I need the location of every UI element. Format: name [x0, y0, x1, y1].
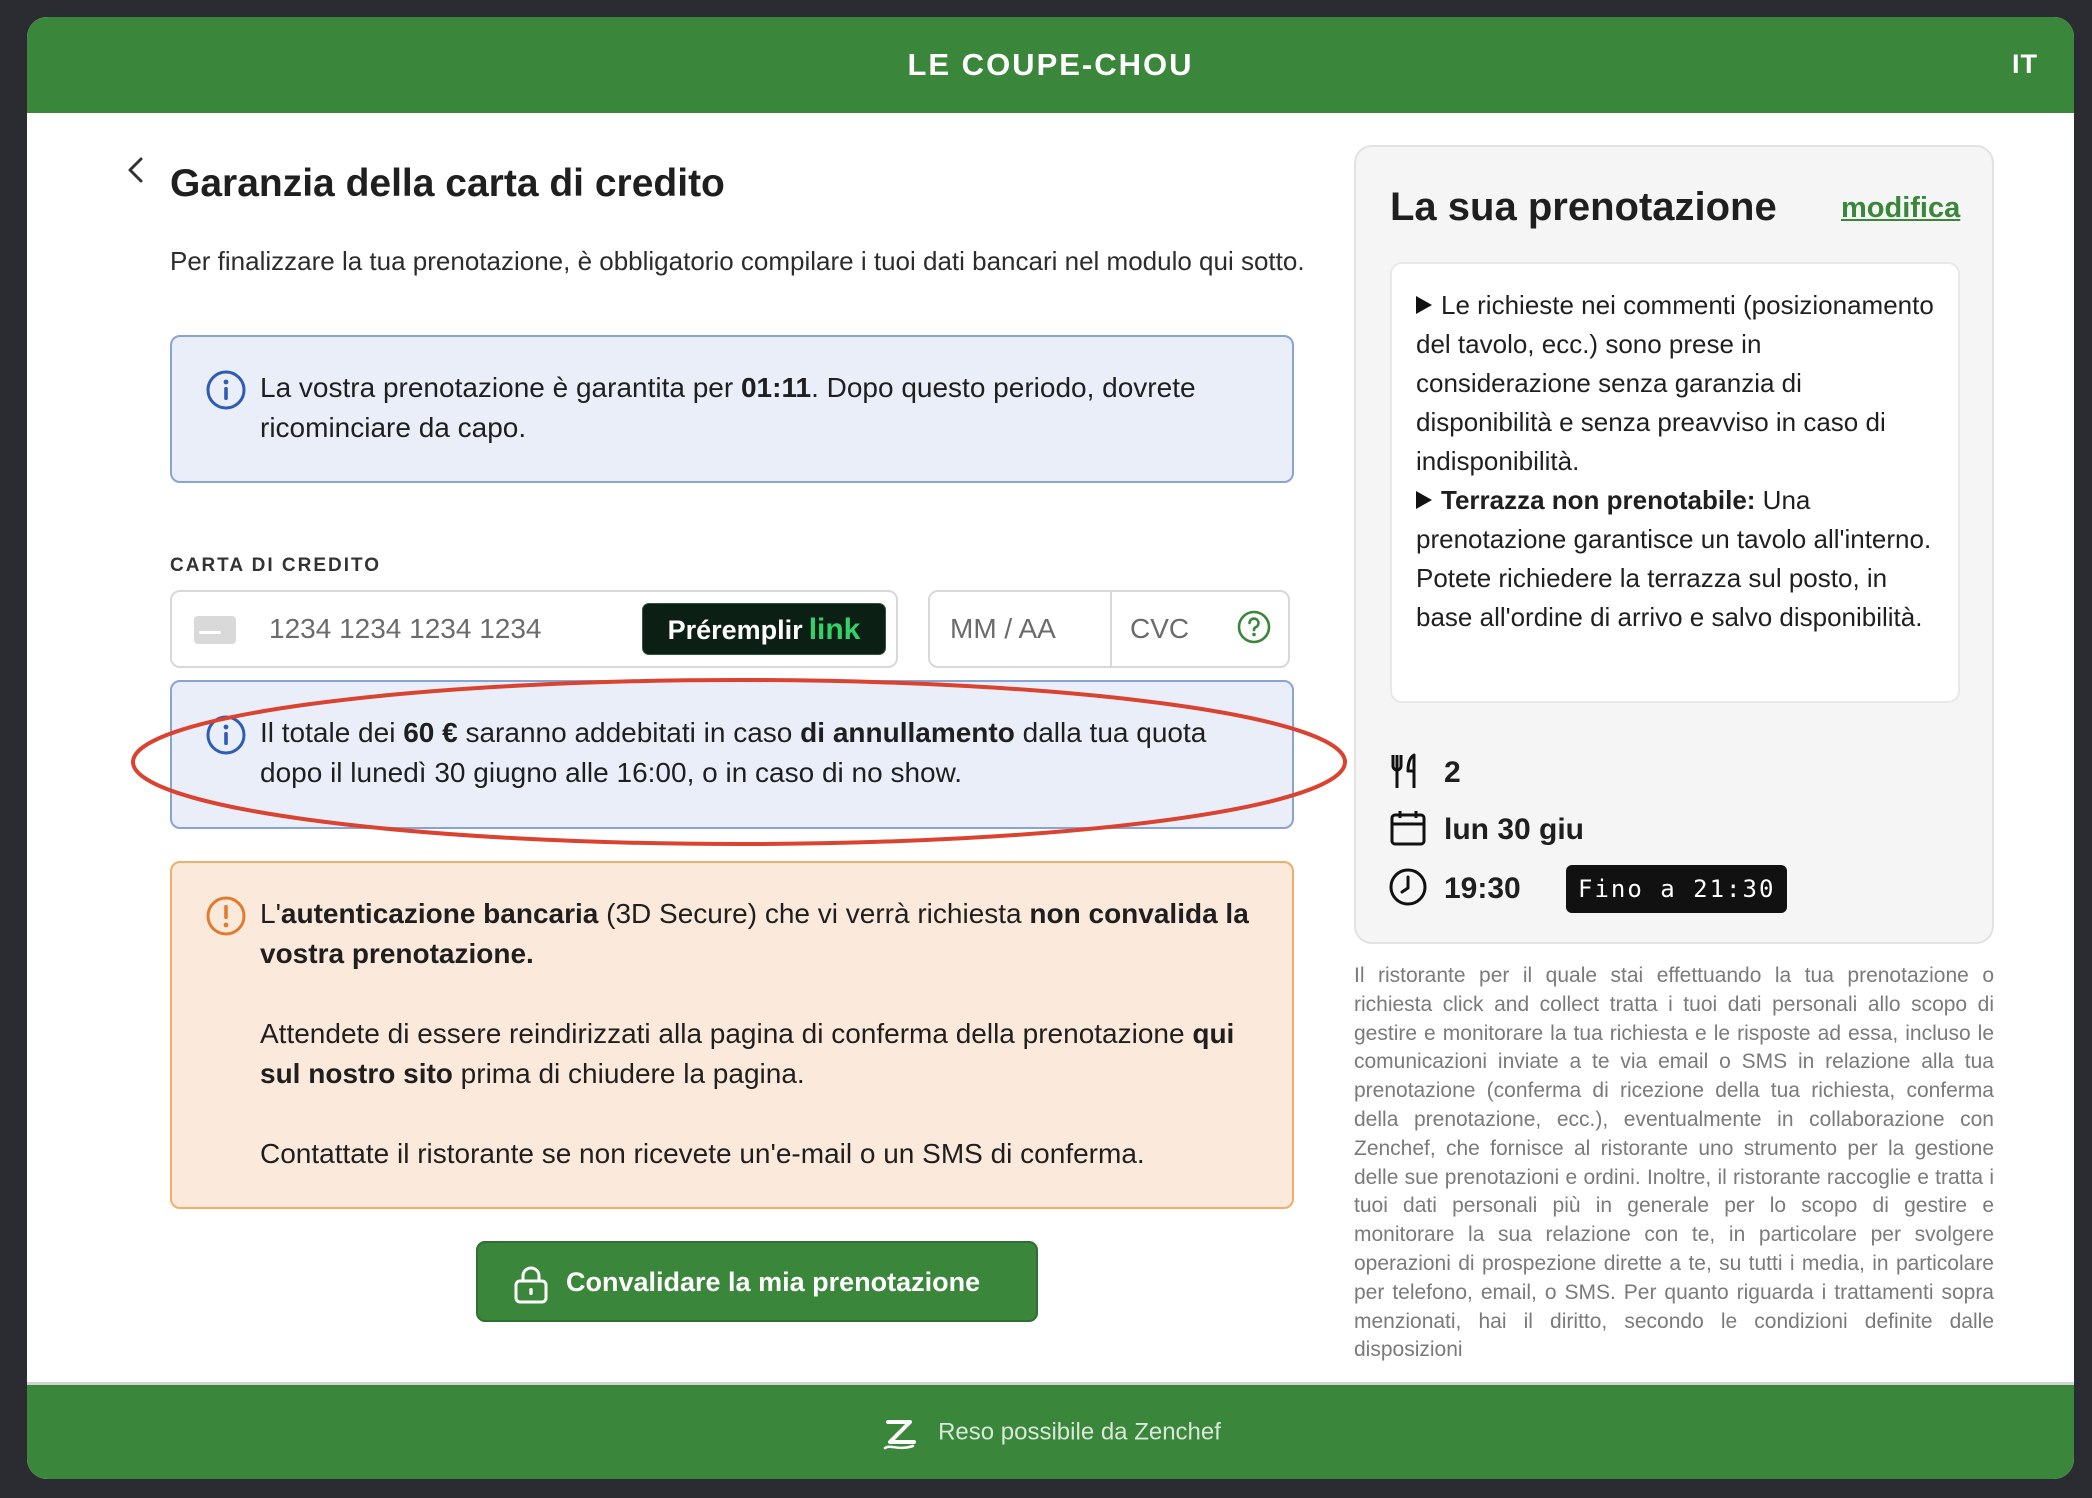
reservation-date: lun 30 giu — [1444, 813, 1585, 846]
clock-icon — [1389, 868, 1427, 906]
timer-notice: La vostra prenotazione è garantita per 0… — [170, 335, 1294, 483]
note-comments: Le richieste nei commenti (posizionament… — [1416, 290, 1934, 476]
powered-by-text: Reso possibile da Zenchef — [938, 1418, 1221, 1446]
end-time-badge: Fino a 21:30 — [1566, 865, 1788, 913]
powered-by[interactable]: Reso possibile da Zenchef — [27, 1413, 2074, 1453]
privacy-legal-text: Il ristorante per il quale stai effettua… — [1354, 964, 1994, 1362]
footer-bar: Reso possibile da Zenchef — [27, 1382, 2074, 1479]
language-selector[interactable]: IT — [2012, 49, 2038, 80]
reservation-time: 19:30 — [1444, 872, 1521, 905]
confirm-reservation-button[interactable]: Convalidare la mia prenotazione — [476, 1241, 1038, 1322]
reservation-summary-panel: La sua prenotazione modifica Le richiest… — [1354, 145, 1994, 944]
card-number-field[interactable]: 1234 1234 1234 1234 Préremplir link — [170, 590, 898, 668]
cvc-input[interactable]: CVC — [1130, 613, 1189, 645]
header-bar: LE COUPE-CHOU IT — [27, 17, 2074, 113]
triangle-bullet-icon — [1416, 491, 1432, 509]
note-terrace: Terrazza non prenotabile: Una prenotazio… — [1416, 485, 1932, 632]
restaurant-name: LE COUPE-CHOU — [907, 47, 1194, 82]
cvc-help-icon[interactable] — [1236, 609, 1272, 645]
back-arrow-icon[interactable] — [117, 150, 157, 190]
lock-icon — [514, 1266, 548, 1304]
3d-secure-warning: L'autenticazione bancaria (3D Secure) ch… — [170, 861, 1294, 1209]
page-title: Garanzia della carta di credito — [170, 162, 725, 205]
expiry-input[interactable]: MM / AA — [950, 613, 1056, 645]
credit-card-icon — [194, 616, 236, 644]
calendar-icon — [1390, 811, 1426, 846]
reservation-notes-box: Le richieste nei commenti (posizionament… — [1390, 262, 1960, 703]
cutlery-icon — [1391, 753, 1416, 788]
app-window: LE COUPE-CHOU IT Garanzia della carta di… — [27, 17, 2074, 1479]
edit-reservation-link[interactable]: modifica — [1841, 192, 1960, 225]
red-highlight-annotation — [131, 678, 1347, 846]
expiry-cvc-field[interactable]: MM / AA CVC — [928, 590, 1290, 668]
card-number-placeholder: 1234 1234 1234 1234 — [269, 613, 542, 644]
timer-notice-text: La vostra prenotazione è garantita per 0… — [260, 372, 1196, 443]
info-icon — [206, 370, 246, 410]
field-divider — [1110, 592, 1112, 666]
triangle-bullet-icon — [1416, 296, 1432, 314]
3d-secure-text: L'autenticazione bancaria (3D Secure) ch… — [260, 898, 1249, 1169]
guest-count: 2 — [1444, 756, 1461, 789]
card-section-label: CARTA DI CREDITO — [170, 555, 382, 576]
autofill-link-button[interactable]: Préremplir link — [642, 603, 886, 655]
confirm-button-label: Convalidare la mia prenotazione — [566, 1267, 981, 1297]
page-intro: Per finalizzare la tua prenotazione, è o… — [170, 246, 1305, 276]
countdown-time: 01:11 — [740, 372, 812, 403]
zenchef-logo-icon — [883, 1420, 917, 1450]
reservation-title: La sua prenotazione — [1390, 185, 1777, 229]
warning-icon — [206, 896, 246, 936]
